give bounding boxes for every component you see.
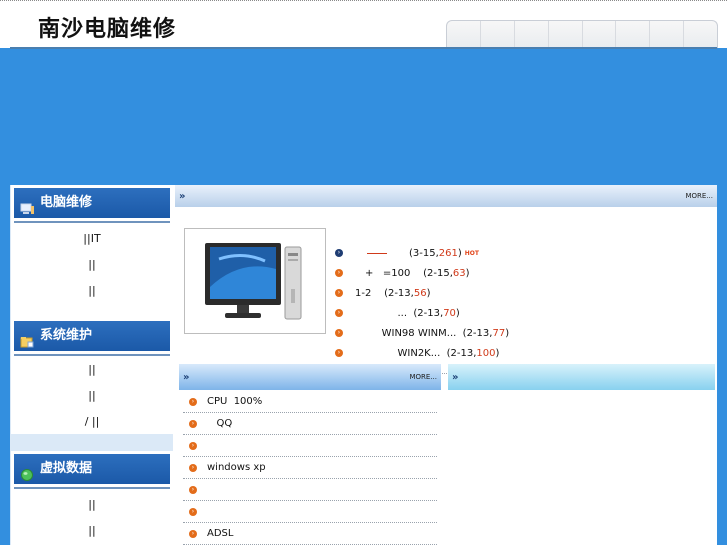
bullet-icon: › [189, 529, 197, 538]
bullet-icon: › [189, 441, 197, 450]
list-item[interactable]: › [183, 435, 437, 457]
sidebar-section-maintenance: 系统维护 || || / || [11, 318, 173, 434]
list-item[interactable]: › ADSL [183, 523, 437, 545]
featured-list: › (3-15, 261) HOT › + =100 (2-15, 63) › 1-… [335, 243, 509, 363]
featured-panel: › (3-15, 261) HOT › + =100 (2-15, 63) › 1-… [175, 207, 717, 374]
sidebar: 电脑维修 ||IT || || 系统维护 || || / || 虚拟数据 || … [10, 185, 173, 545]
bullet-icon: › [335, 329, 343, 337]
content-area: » MORE... › (3-15, 261) HOT › + =100 (2… [175, 185, 717, 545]
sidebar-link[interactable]: || [11, 357, 173, 383]
sidebar-link[interactable]: || [11, 492, 173, 518]
list-item[interactable]: › + =100 (2-15, 63) [335, 263, 509, 283]
header-divider [10, 47, 717, 49]
main-area: 电脑维修 ||IT || || 系统维护 || || / || 虚拟数据 || … [10, 185, 717, 545]
sidebar-link[interactable]: || [11, 518, 173, 544]
more-link[interactable]: MORE... [409, 373, 437, 381]
bullet-icon: › [335, 309, 343, 317]
sidebar-link[interactable]: ||IT [11, 226, 173, 252]
bullet-icon: › [189, 463, 197, 472]
sidebar-section-repair: 电脑维修 ||IT || || [11, 185, 173, 318]
double-arrow-icon: » [183, 371, 190, 383]
bullet-icon: › [335, 289, 343, 297]
bullet-icon: › [189, 507, 197, 516]
lower-right-header: » [448, 364, 715, 390]
bullet-icon: › [335, 349, 343, 357]
sidebar-link[interactable]: || [11, 252, 173, 278]
sidebar-section-virtual-data: 虚拟数据 || || [11, 451, 173, 545]
nav-tab[interactable] [515, 21, 549, 48]
list-item[interactable]: › (3-15, 261) HOT [335, 243, 509, 263]
computer-image[interactable] [184, 228, 326, 334]
computer-icon [20, 197, 34, 214]
sidebar-section-title: 电脑维修 [40, 195, 93, 210]
list-item[interactable]: › QQ [183, 413, 437, 435]
sidebar-link[interactable]: / || [11, 409, 173, 435]
bullet-icon: › [335, 249, 343, 257]
double-arrow-icon: » [452, 371, 459, 383]
lower-right-panel: » [448, 364, 715, 545]
bullet-icon: › [189, 485, 197, 494]
globe-icon [20, 463, 34, 481]
nav-tab[interactable] [549, 21, 583, 48]
nav-tab[interactable] [616, 21, 651, 48]
lower-left-panel: » MORE... › CPU 100% › QQ › › windows xp ›… [179, 364, 441, 545]
more-link[interactable]: MORE... [685, 192, 713, 200]
sidebar-section-title: 虚拟数据 [40, 461, 93, 476]
folder-icon [20, 330, 34, 348]
list-item[interactable]: › WIN98 WINM... (2-13, 77) [335, 323, 509, 343]
nav-tab[interactable] [650, 21, 685, 48]
nav-tab[interactable] [447, 21, 481, 48]
header-bar: 南沙电脑维修 [0, 0, 727, 49]
double-arrow-icon: » [179, 190, 186, 202]
list-item[interactable]: › ... (2-13, 70) [335, 303, 509, 323]
site-title[interactable]: 南沙电脑维修 [38, 11, 176, 43]
nav-tab[interactable] [684, 21, 717, 48]
lower-left-header: » MORE... [179, 364, 441, 390]
hot-badge: HOT [464, 249, 479, 257]
sidebar-section-header: 系统维护 [14, 321, 170, 351]
top-panel-header: » MORE... [175, 185, 717, 207]
list-item[interactable]: › CPU 100% [183, 391, 437, 413]
list-item[interactable]: › windows xp [183, 457, 437, 479]
bullet-icon: › [189, 419, 197, 428]
list-item[interactable]: › [183, 501, 437, 523]
nav-tab[interactable] [481, 21, 515, 48]
sidebar-section-title: 系统维护 [40, 328, 93, 343]
sidebar-section-header: 电脑维修 [14, 188, 170, 218]
sidebar-link[interactable]: || [11, 383, 173, 409]
bullet-icon: › [189, 397, 197, 406]
top-navigation [446, 20, 718, 48]
sidebar-section-header: 虚拟数据 [14, 454, 170, 484]
nav-tab[interactable] [583, 21, 617, 48]
list-item[interactable]: › WIN2K... (2-13, 100) [335, 343, 509, 363]
list-item[interactable]: › 1-2 (2-13, 56) [335, 283, 509, 303]
list-item[interactable]: › [183, 479, 437, 501]
sidebar-link[interactable]: || [11, 278, 173, 304]
bullet-icon: › [335, 269, 343, 277]
red-dash [367, 252, 387, 254]
